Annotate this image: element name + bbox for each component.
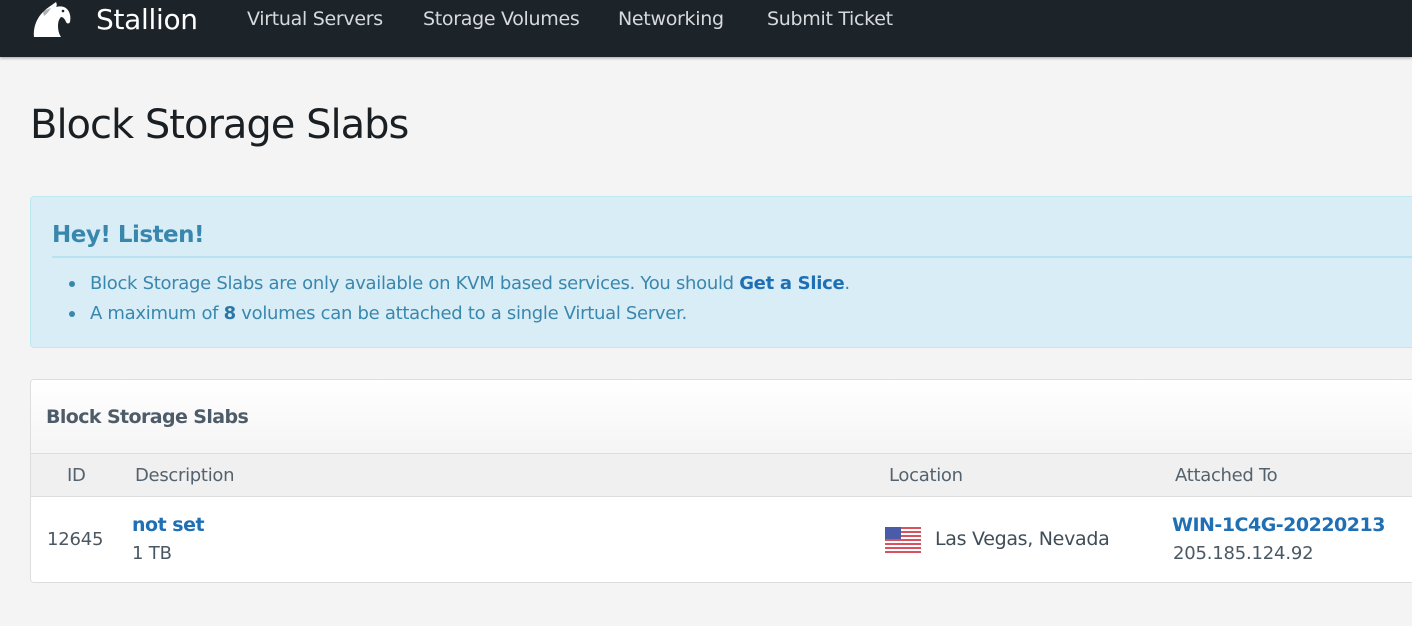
top-navbar: Stallion Virtual Servers Storage Volumes… bbox=[0, 0, 1412, 57]
block-storage-panel: Block Storage Slabs ID Description Locat… bbox=[30, 379, 1412, 583]
slab-id: 12645 bbox=[47, 529, 104, 550]
slab-location: Las Vegas, Nevada bbox=[935, 528, 1110, 550]
slab-size: 1 TB bbox=[132, 543, 172, 564]
alert-item-suffix: . bbox=[844, 273, 850, 294]
alert-item-suffix: volumes can be attached to a single Virt… bbox=[235, 303, 687, 324]
alert-item-text: Block Storage Slabs are only available o… bbox=[90, 273, 740, 294]
alert-divider bbox=[52, 256, 1412, 258]
get-a-slice-link[interactable]: Get a Slice bbox=[739, 273, 844, 294]
us-flag-icon bbox=[885, 527, 921, 553]
horse-logo-icon[interactable] bbox=[28, 0, 72, 40]
nav-storage-volumes[interactable]: Storage Volumes bbox=[423, 4, 580, 34]
page-title: Block Storage Slabs bbox=[30, 102, 409, 148]
attached-server-ip: 205.185.124.92 bbox=[1173, 543, 1314, 564]
alert-heading: Hey! Listen! bbox=[52, 222, 205, 248]
attached-server-link[interactable]: WIN-1C4G-20220213 bbox=[1172, 512, 1385, 538]
alert-list: Block Storage Slabs are only available o… bbox=[69, 269, 850, 329]
column-header-location[interactable]: Location bbox=[889, 463, 963, 489]
nav-networking[interactable]: Networking bbox=[618, 4, 724, 34]
info-alert: Hey! Listen! Block Storage Slabs are onl… bbox=[30, 196, 1412, 348]
nav-virtual-servers[interactable]: Virtual Servers bbox=[247, 4, 383, 34]
panel-title: Block Storage Slabs bbox=[46, 406, 249, 428]
column-header-id[interactable]: ID bbox=[67, 463, 86, 489]
bullet-icon bbox=[69, 311, 75, 317]
column-header-attached-to[interactable]: Attached To bbox=[1175, 463, 1278, 489]
slab-description-link[interactable]: not set bbox=[132, 512, 205, 538]
alert-item-prefix: A maximum of bbox=[90, 303, 224, 324]
panel-heading: Block Storage Slabs bbox=[31, 380, 1412, 454]
table-row[interactable]: 12645 not set 1 TB Las Vegas, Nevada WIN… bbox=[31, 497, 1412, 582]
table-header: ID Description Location Attached To bbox=[31, 454, 1412, 497]
max-volumes-count: 8 bbox=[223, 303, 237, 324]
alert-item-kvm: Block Storage Slabs are only available o… bbox=[69, 269, 850, 299]
bullet-icon bbox=[69, 281, 75, 287]
alert-item-max-volumes: A maximum of 8 volumes can be attached t… bbox=[69, 299, 850, 329]
column-header-description[interactable]: Description bbox=[135, 463, 235, 489]
brand-name[interactable]: Stallion bbox=[96, 2, 198, 38]
nav-submit-ticket[interactable]: Submit Ticket bbox=[767, 4, 893, 34]
